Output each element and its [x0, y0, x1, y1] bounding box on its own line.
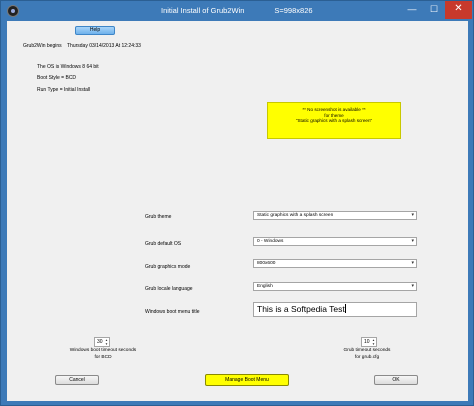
- default-os-select[interactable]: 0 - Windows ▾: [253, 237, 417, 246]
- windows-timeout-spinner[interactable]: 30 ▲ ▼: [94, 337, 110, 347]
- chevron-down-icon: ▾: [411, 212, 414, 218]
- dialog-body: Help Grub2Win begins Thursday 03/14/2013…: [7, 21, 468, 401]
- windows-timeout-caption: Windows boot timeout seconds for BCD: [53, 347, 153, 361]
- spinner-arrows-icon[interactable]: ▲ ▼: [104, 338, 109, 346]
- ok-button[interactable]: OK: [374, 375, 418, 385]
- begins-label: Grub2Win begins: [23, 43, 62, 49]
- cancel-button[interactable]: Cancel: [55, 375, 99, 385]
- graphics-mode-label: Grub graphics mode: [145, 264, 191, 270]
- boot-menu-title-input[interactable]: This is a Softpedia Test: [253, 302, 417, 317]
- boot-menu-title-label: Windows boot menu title: [145, 309, 200, 315]
- window-size-label: S=998x826: [274, 6, 313, 15]
- begins-timestamp: Thursday 03/14/2013 At 12:24:33: [67, 43, 141, 49]
- locale-language-value: English: [257, 284, 273, 289]
- title-bar[interactable]: Initial Install of Grub2Win S=998x826 — ☐…: [1, 1, 473, 21]
- os-info: The OS is Windows 8 64 bit: [37, 64, 99, 70]
- text-caret: [344, 304, 346, 313]
- boot-menu-title-value: This is a Softpedia Test: [257, 304, 345, 314]
- splash-preview-box: ** No screenshot is available ** for the…: [267, 102, 401, 139]
- help-button[interactable]: Help: [75, 26, 115, 35]
- close-button[interactable]: ✕: [445, 1, 472, 19]
- app-window: Initial Install of Grub2Win S=998x826 — ☐…: [0, 0, 474, 406]
- chevron-down-icon: ▾: [411, 238, 414, 244]
- grub-theme-label: Grub theme: [145, 214, 172, 220]
- minimize-button[interactable]: —: [401, 1, 423, 19]
- spinner-arrows-icon[interactable]: ▲ ▼: [371, 338, 376, 346]
- default-os-value: 0 - Windows: [257, 239, 284, 244]
- grub-timeout-value: 10: [364, 339, 370, 345]
- grub-theme-select[interactable]: Static graphics with a splash screen ▾: [253, 211, 417, 220]
- window-title-text: Initial Install of Grub2Win: [161, 6, 245, 15]
- grub-timeout-spinner[interactable]: 10 ▲ ▼: [361, 337, 377, 347]
- grub-theme-value: Static graphics with a splash screen: [257, 213, 334, 218]
- grub-timeout-sublabel: for grub.cfg: [354, 355, 380, 360]
- chevron-down-icon: ▾: [411, 260, 414, 266]
- locale-language-select[interactable]: English ▾: [253, 282, 417, 291]
- locale-language-label: Grub locale language: [145, 286, 193, 292]
- grub-timeout-caption: Grub timeout seconds for grub.cfg: [327, 347, 407, 361]
- boot-style-info: Boot Style = BCD: [37, 75, 77, 81]
- grub-timeout-label: Grub timeout seconds: [343, 348, 391, 353]
- maximize-button[interactable]: ☐: [423, 1, 445, 19]
- windows-timeout-sublabel: for BCD: [94, 355, 112, 360]
- chevron-down-icon: ▾: [411, 283, 414, 289]
- splash-line-3: "Static graphics with a splash screen": [295, 118, 373, 123]
- windows-timeout-value: 30: [97, 339, 103, 345]
- run-type-info: Run Type = Initial Install: [37, 87, 91, 93]
- manage-boot-menu-button[interactable]: Manage Boot Menu: [205, 374, 289, 386]
- windows-timeout-label: Windows boot timeout seconds: [69, 348, 137, 353]
- graphics-mode-value: 800x600: [257, 261, 276, 266]
- graphics-mode-select[interactable]: 800x600 ▾: [253, 259, 417, 268]
- default-os-label: Grub default OS: [145, 241, 182, 247]
- grub2win-app-icon: [7, 5, 19, 17]
- window-title: Initial Install of Grub2Win S=998x826: [161, 6, 313, 15]
